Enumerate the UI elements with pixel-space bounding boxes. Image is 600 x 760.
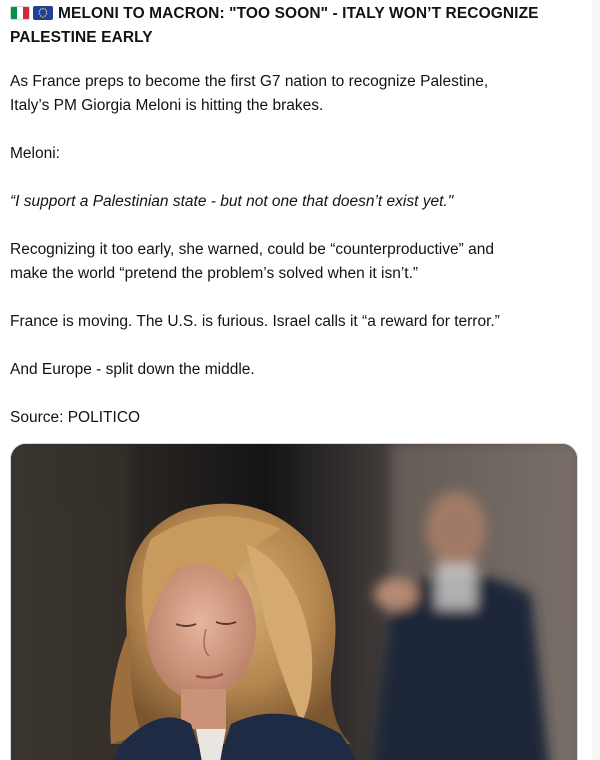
paragraph-warning-line-2: make the world “pretend the problem’s so… xyxy=(10,265,419,282)
europe-text: And Europe - split down the middle. xyxy=(10,361,255,378)
reactions-text: France is moving. The U.S. is furious. I… xyxy=(10,313,500,330)
paragraph-source: Source: POLITICO xyxy=(10,406,590,430)
eu-flag-icon xyxy=(33,6,53,20)
paragraph-europe: And Europe - split down the middle. xyxy=(10,358,590,382)
tweet-body: MELONI TO MACRON: "TOO SOON" - ITALY WON… xyxy=(10,0,590,430)
speaker-label: Meloni: xyxy=(10,145,60,162)
headline-line-1: MELONI TO MACRON: "TOO SOON" - ITALY WON… xyxy=(58,5,539,22)
page-scrollbar[interactable] xyxy=(592,0,600,760)
paragraph-warning: Recognizing it too early, she warned, co… xyxy=(10,238,590,286)
paragraph-quote: “I support a Palestinian state - but not… xyxy=(10,190,590,214)
paragraph-intro-line-2: Italy’s PM Giorgia Meloni is hitting the… xyxy=(10,97,324,114)
source-text: Source: POLITICO xyxy=(10,409,141,426)
paragraph-speaker: Meloni: xyxy=(10,142,590,166)
paragraph-warning-line-1: Recognizing it too early, she warned, co… xyxy=(10,241,494,258)
paragraph-reactions: France is moving. The U.S. is furious. I… xyxy=(10,310,590,334)
tweet-headline: MELONI TO MACRON: "TOO SOON" - ITALY WON… xyxy=(10,0,590,50)
italy-flag-icon xyxy=(10,6,30,20)
quote-text: “I support a Palestinian state - but not… xyxy=(10,193,454,210)
tweet-photo[interactable] xyxy=(10,443,578,760)
headline-line-2: PALESTINE EARLY xyxy=(10,29,153,46)
photo-meloni-image xyxy=(11,444,577,760)
paragraph-intro-line-1: As France preps to become the first G7 n… xyxy=(10,73,489,90)
paragraph-intro: As France preps to become the first G7 n… xyxy=(10,70,590,118)
